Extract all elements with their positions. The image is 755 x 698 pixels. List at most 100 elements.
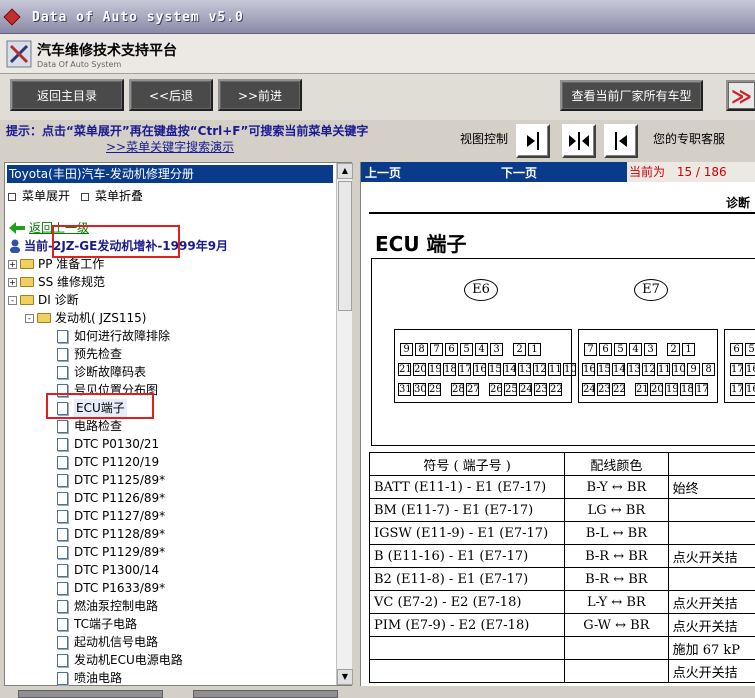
tree-item[interactable]: + SS 维修规范 bbox=[8, 273, 105, 291]
tree-item[interactable]: DTC P1126/89* bbox=[57, 489, 165, 507]
page-number: 15 / 186 bbox=[676, 165, 727, 179]
connector-pin: 11 bbox=[548, 363, 562, 376]
connector-pin: 30 bbox=[413, 383, 427, 396]
document-icon bbox=[57, 563, 68, 577]
table-row: BM (E11-7) - E1 (E7-17) LG ↔ BR bbox=[369, 498, 755, 522]
home-button[interactable]: 返回主目录 bbox=[10, 79, 124, 111]
left-scrollbar[interactable]: ▲ ▼ bbox=[336, 163, 353, 685]
wrench-logo-icon bbox=[6, 40, 32, 68]
bottom-button-1[interactable] bbox=[18, 690, 163, 698]
connector-pin: 2 bbox=[667, 343, 680, 356]
tree-item[interactable]: DTC P1300/14 bbox=[57, 561, 159, 579]
collapse-minus-icon[interactable]: - bbox=[8, 295, 17, 305]
folder-icon bbox=[20, 277, 34, 287]
tree-item[interactable]: 电路检查 bbox=[57, 417, 122, 435]
view-right-panel-button[interactable] bbox=[604, 124, 638, 158]
tree-item-label: 预先检查 bbox=[74, 347, 123, 361]
menu-header: Toyota(丰田)汽车-发动机修理分册 bbox=[7, 165, 333, 183]
window-titlebar[interactable]: Data of Auto system v5.0 bbox=[0, 0, 755, 34]
scroll-down-arrow[interactable]: ▼ bbox=[337, 669, 353, 685]
connector-pin: 8 bbox=[702, 363, 715, 376]
connector-pin: 1 bbox=[528, 343, 541, 356]
table-row: 施加 67 kP bbox=[369, 636, 755, 660]
expand-plus-icon[interactable]: + bbox=[8, 277, 17, 287]
tree-item-label: DTC P1129/89* bbox=[74, 545, 166, 559]
connector-pin: 10 bbox=[563, 363, 577, 376]
wire-color-cell: B-R ↔ BR bbox=[564, 567, 669, 591]
all-models-button[interactable]: 查看当前厂家所有车型 bbox=[560, 80, 703, 111]
connector-pin: 4 bbox=[629, 343, 642, 356]
connector-pin: 6 bbox=[730, 343, 743, 356]
connector-pin: 16 bbox=[745, 363, 755, 376]
expand-plus-icon[interactable]: + bbox=[8, 259, 17, 269]
tree-item[interactable]: 诊断故障码表 bbox=[57, 363, 146, 381]
document-icon bbox=[57, 527, 68, 541]
tree-item[interactable]: - DI 诊断 bbox=[8, 291, 79, 309]
forward-button[interactable]: >>前进 bbox=[218, 79, 302, 111]
back-button[interactable]: <<后退 bbox=[129, 79, 213, 111]
document-icon bbox=[57, 509, 68, 523]
menu-collapse-button[interactable]: 菜单折叠 bbox=[81, 187, 143, 204]
document-icon bbox=[57, 437, 68, 451]
next-page-link[interactable]: 下一页 bbox=[501, 164, 537, 181]
view-left-panel-button[interactable] bbox=[516, 124, 550, 158]
tree-item-label: DTC P1127/89* bbox=[74, 509, 166, 523]
scroll-thumb[interactable] bbox=[338, 181, 352, 311]
collapse-icon bbox=[81, 192, 89, 201]
tree-item[interactable]: DTC P0130/21 bbox=[57, 435, 159, 453]
connector-pin bbox=[443, 383, 449, 396]
tree-item[interactable]: DTC P1125/89* bbox=[57, 471, 165, 489]
condition-cell bbox=[667, 498, 755, 522]
connector-pin: 10 bbox=[672, 363, 686, 376]
scroll-up-arrow[interactable]: ▲ bbox=[337, 163, 353, 179]
expand-icon bbox=[8, 192, 16, 201]
connector-pin: 7 bbox=[584, 343, 597, 356]
connector-pin: 14 bbox=[503, 363, 517, 376]
search-demo-link[interactable]: >>菜单关键字搜索演示 bbox=[106, 138, 234, 155]
terminal-cell: BATT (E11-1) - E1 (E7-17) bbox=[369, 475, 566, 499]
terminal-cell: B2 (E11-8) - E1 (E7-17) bbox=[369, 567, 566, 591]
left-panel: Toyota(丰田)汽车-发动机修理分册 菜单展开 菜单折叠 返回上一级 当前 … bbox=[4, 162, 353, 687]
tree-item[interactable]: - 发动机( JZS115) bbox=[25, 309, 146, 327]
document-icon bbox=[57, 455, 68, 469]
tree-item[interactable]: 喷油电路 bbox=[57, 669, 122, 687]
tree-item[interactable]: DTC P1127/89* bbox=[57, 507, 165, 525]
wire-color-cell: B-Y ↔ BR bbox=[564, 475, 669, 499]
header-rule bbox=[369, 212, 755, 214]
menu-expand-button[interactable]: 菜单展开 bbox=[8, 187, 70, 204]
terminal-cell: PIM (E7-9) - E2 (E7-18) bbox=[369, 613, 566, 637]
prev-page-link[interactable]: 上一页 bbox=[365, 164, 401, 181]
collapse-minus-icon[interactable]: - bbox=[25, 313, 34, 323]
tree-item[interactable]: 发动机ECU电源电路 bbox=[57, 651, 183, 669]
tree-item[interactable]: 如何进行故障排除 bbox=[57, 327, 170, 345]
tree-item[interactable]: 预先检查 bbox=[57, 345, 122, 363]
search-hint: 提示：点击“菜单展开”再在键盘按“Ctrl+F”可搜索当前菜单关键字 bbox=[6, 124, 369, 138]
bottom-button-2[interactable] bbox=[193, 690, 338, 698]
tree-item[interactable]: DTC P1129/89* bbox=[57, 543, 165, 561]
platform-title: 汽车维修技术支持平台 bbox=[37, 43, 177, 59]
tree-item[interactable]: 燃油泵控制电路 bbox=[57, 597, 158, 615]
tree-item-label: DTC P0130/21 bbox=[74, 437, 160, 451]
tree-item[interactable]: 起动机信号电路 bbox=[57, 633, 158, 651]
connector-pin bbox=[481, 383, 487, 396]
view-split-button[interactable] bbox=[562, 124, 596, 158]
wire-color-cell: B-L ↔ BR bbox=[564, 521, 669, 545]
condition-cell: 点火开关拮 bbox=[667, 590, 755, 614]
platform-subtitle: Data Of Auto System bbox=[37, 60, 122, 69]
tree-item[interactable]: TC端子电路 bbox=[57, 615, 137, 633]
tree-item-label: DTC P1126/89* bbox=[74, 491, 166, 505]
e7-pin-row-3: 24 23 22 21 20 19 18 17 bbox=[582, 383, 709, 396]
tree-item[interactable]: DTC P1128/89* bbox=[57, 525, 165, 543]
tree-item-label: DI 诊断 bbox=[38, 293, 79, 307]
tree-item[interactable]: DTC P1633/89* bbox=[57, 579, 165, 597]
wire-color-cell: B-R ↔ BR bbox=[564, 544, 669, 568]
tree-item[interactable]: DTC P1120/19 bbox=[57, 453, 159, 471]
terminal-cell: B (E11-16) - E1 (E7-17) bbox=[369, 544, 566, 568]
view-control-label: 视图控制 bbox=[460, 132, 509, 146]
more-button[interactable]: ≫ bbox=[726, 80, 755, 111]
section-heading: 诊断 bbox=[725, 196, 750, 210]
app-icon bbox=[3, 8, 21, 26]
wire-color-cell: G-W ↔ BR bbox=[564, 613, 669, 637]
e6-pin-row-3: 31 30 29 28 27 26 25 24 23 22 bbox=[398, 383, 563, 396]
connector-pin: 9 bbox=[400, 343, 413, 356]
